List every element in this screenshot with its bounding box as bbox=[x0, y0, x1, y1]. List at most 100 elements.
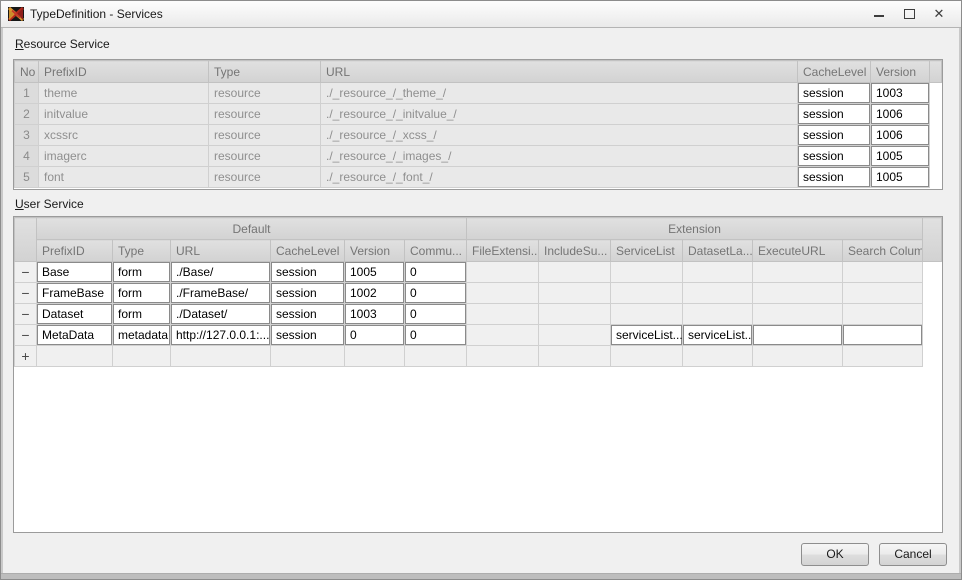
row-filler bbox=[923, 262, 942, 283]
cancel-button[interactable]: Cancel bbox=[879, 543, 947, 566]
cell-url: ./_resource_/_images_/ bbox=[321, 146, 798, 167]
cell-datasetla bbox=[683, 304, 753, 325]
cell-version[interactable]: 1005 bbox=[345, 262, 405, 283]
cell-cachelevel[interactable]: session bbox=[271, 283, 345, 304]
cell-prefixid[interactable]: Base bbox=[37, 262, 113, 283]
cell-type: resource bbox=[209, 125, 321, 146]
cell-prefixid[interactable]: Dataset bbox=[37, 304, 113, 325]
cell-no: 3 bbox=[15, 125, 39, 146]
cell-version[interactable]: 1005 bbox=[871, 146, 930, 167]
cell-version[interactable]: 1003 bbox=[871, 83, 930, 104]
header-filler bbox=[923, 218, 942, 262]
cell-includesu bbox=[539, 262, 611, 283]
close-button[interactable]: ✕ bbox=[924, 1, 954, 27]
cell-url[interactable]: http://127.0.0.1:... bbox=[171, 325, 271, 346]
cell-prefixid: theme bbox=[39, 83, 209, 104]
cell-prefixid: initvalue bbox=[39, 104, 209, 125]
window-title: TypeDefinition - Services bbox=[30, 7, 163, 21]
cell-cachelevel[interactable]: session bbox=[798, 167, 871, 188]
cell-commu[interactable]: 0 bbox=[405, 304, 467, 325]
col-header-prefixid: PrefixID bbox=[39, 61, 209, 83]
title-bar: TypeDefinition - Services ✕ bbox=[1, 1, 961, 28]
table-row: −Baseform./Base/session10050 bbox=[15, 262, 942, 283]
col-header-search-column: Search Column bbox=[843, 240, 923, 262]
remove-row-button[interactable]: − bbox=[15, 325, 37, 346]
group-header-extension: Extension bbox=[467, 218, 923, 240]
cell-servicelist[interactable]: serviceList.... bbox=[611, 325, 683, 346]
cell-search-column bbox=[843, 262, 923, 283]
cell-commu[interactable]: 0 bbox=[405, 283, 467, 304]
cell-type: resource bbox=[209, 146, 321, 167]
cell-no: 4 bbox=[15, 146, 39, 167]
cell-cachelevel[interactable]: session bbox=[798, 83, 871, 104]
window-controls: ✕ bbox=[864, 1, 954, 27]
dialog-window: TypeDefinition - Services ✕ Resource Ser… bbox=[0, 0, 962, 580]
table-row: 1themeresource./_resource_/_theme_/sessi… bbox=[15, 83, 942, 104]
cell-fileextensi bbox=[467, 262, 539, 283]
col-header-servicelist: ServiceList bbox=[611, 240, 683, 262]
add-row-icon: + bbox=[21, 348, 29, 364]
cell-cachelevel[interactable]: session bbox=[271, 262, 345, 283]
cell-datasetla bbox=[683, 262, 753, 283]
cell-commu[interactable]: 0 bbox=[405, 325, 467, 346]
row-filler bbox=[930, 83, 942, 104]
cell-cachelevel[interactable]: session bbox=[798, 146, 871, 167]
resource-service-table: NoPrefixIDTypeURLCacheLevelVersion 1them… bbox=[14, 60, 942, 188]
cell-url[interactable]: ./Dataset/ bbox=[171, 304, 271, 325]
ok-button[interactable]: OK bbox=[801, 543, 869, 566]
cell-cachelevel bbox=[271, 346, 345, 367]
remove-row-button[interactable]: − bbox=[15, 283, 37, 304]
col-header-cachelevel: CacheLevel bbox=[271, 240, 345, 262]
cell-version[interactable]: 1003 bbox=[345, 304, 405, 325]
col-header-fileextensi: FileExtensi... bbox=[467, 240, 539, 262]
cell-executeurl[interactable] bbox=[753, 325, 843, 346]
cell-version[interactable]: 1005 bbox=[871, 167, 930, 188]
col-header-type: Type bbox=[113, 240, 171, 262]
cell-no: 1 bbox=[15, 83, 39, 104]
cell-url bbox=[171, 346, 271, 367]
cell-version[interactable]: 1006 bbox=[871, 125, 930, 146]
cell-search-column[interactable] bbox=[843, 325, 923, 346]
cell-no: 2 bbox=[15, 104, 39, 125]
cell-prefixid: font bbox=[39, 167, 209, 188]
cell-includesu bbox=[539, 325, 611, 346]
remove-row-icon: − bbox=[21, 306, 29, 322]
cell-version[interactable]: 0 bbox=[345, 325, 405, 346]
maximize-button[interactable] bbox=[894, 1, 924, 27]
remove-row-button[interactable]: − bbox=[15, 262, 37, 283]
cell-commu[interactable]: 0 bbox=[405, 262, 467, 283]
table-row: 4imagercresource./_resource_/_images_/se… bbox=[15, 146, 942, 167]
cell-type[interactable]: form bbox=[113, 262, 171, 283]
col-header-no: No bbox=[15, 61, 39, 83]
minimize-button[interactable] bbox=[864, 1, 894, 27]
cell-cachelevel[interactable]: session bbox=[798, 125, 871, 146]
cell-prefixid[interactable]: FrameBase bbox=[37, 283, 113, 304]
col-header-prefixid: PrefixID bbox=[37, 240, 113, 262]
cell-datasetla bbox=[683, 283, 753, 304]
remove-row-button[interactable]: − bbox=[15, 304, 37, 325]
cell-url[interactable]: ./Base/ bbox=[171, 262, 271, 283]
cell-datasetla[interactable]: serviceList... bbox=[683, 325, 753, 346]
cell-version[interactable]: 1006 bbox=[871, 104, 930, 125]
cell-version[interactable]: 1002 bbox=[345, 283, 405, 304]
user-service-section-label: User Service bbox=[15, 197, 84, 211]
cell-type: resource bbox=[209, 104, 321, 125]
row-action-column-header bbox=[15, 218, 37, 262]
cell-prefixid[interactable]: MetaData bbox=[37, 325, 113, 346]
col-header-url: URL bbox=[321, 61, 798, 83]
cell-cachelevel[interactable]: session bbox=[271, 325, 345, 346]
cell-executeurl bbox=[753, 304, 843, 325]
cell-type: resource bbox=[209, 83, 321, 104]
resource-service-section-label: Resource Service bbox=[15, 37, 110, 51]
cell-cachelevel[interactable]: session bbox=[271, 304, 345, 325]
add-row-button[interactable]: + bbox=[15, 346, 37, 367]
cell-executeurl bbox=[753, 346, 843, 367]
header-filler bbox=[930, 61, 942, 83]
cell-cachelevel[interactable]: session bbox=[798, 104, 871, 125]
cell-url[interactable]: ./FrameBase/ bbox=[171, 283, 271, 304]
cell-executeurl bbox=[753, 262, 843, 283]
cell-type[interactable]: metadata bbox=[113, 325, 171, 346]
cell-type[interactable]: form bbox=[113, 304, 171, 325]
cell-search-column bbox=[843, 346, 923, 367]
cell-type[interactable]: form bbox=[113, 283, 171, 304]
